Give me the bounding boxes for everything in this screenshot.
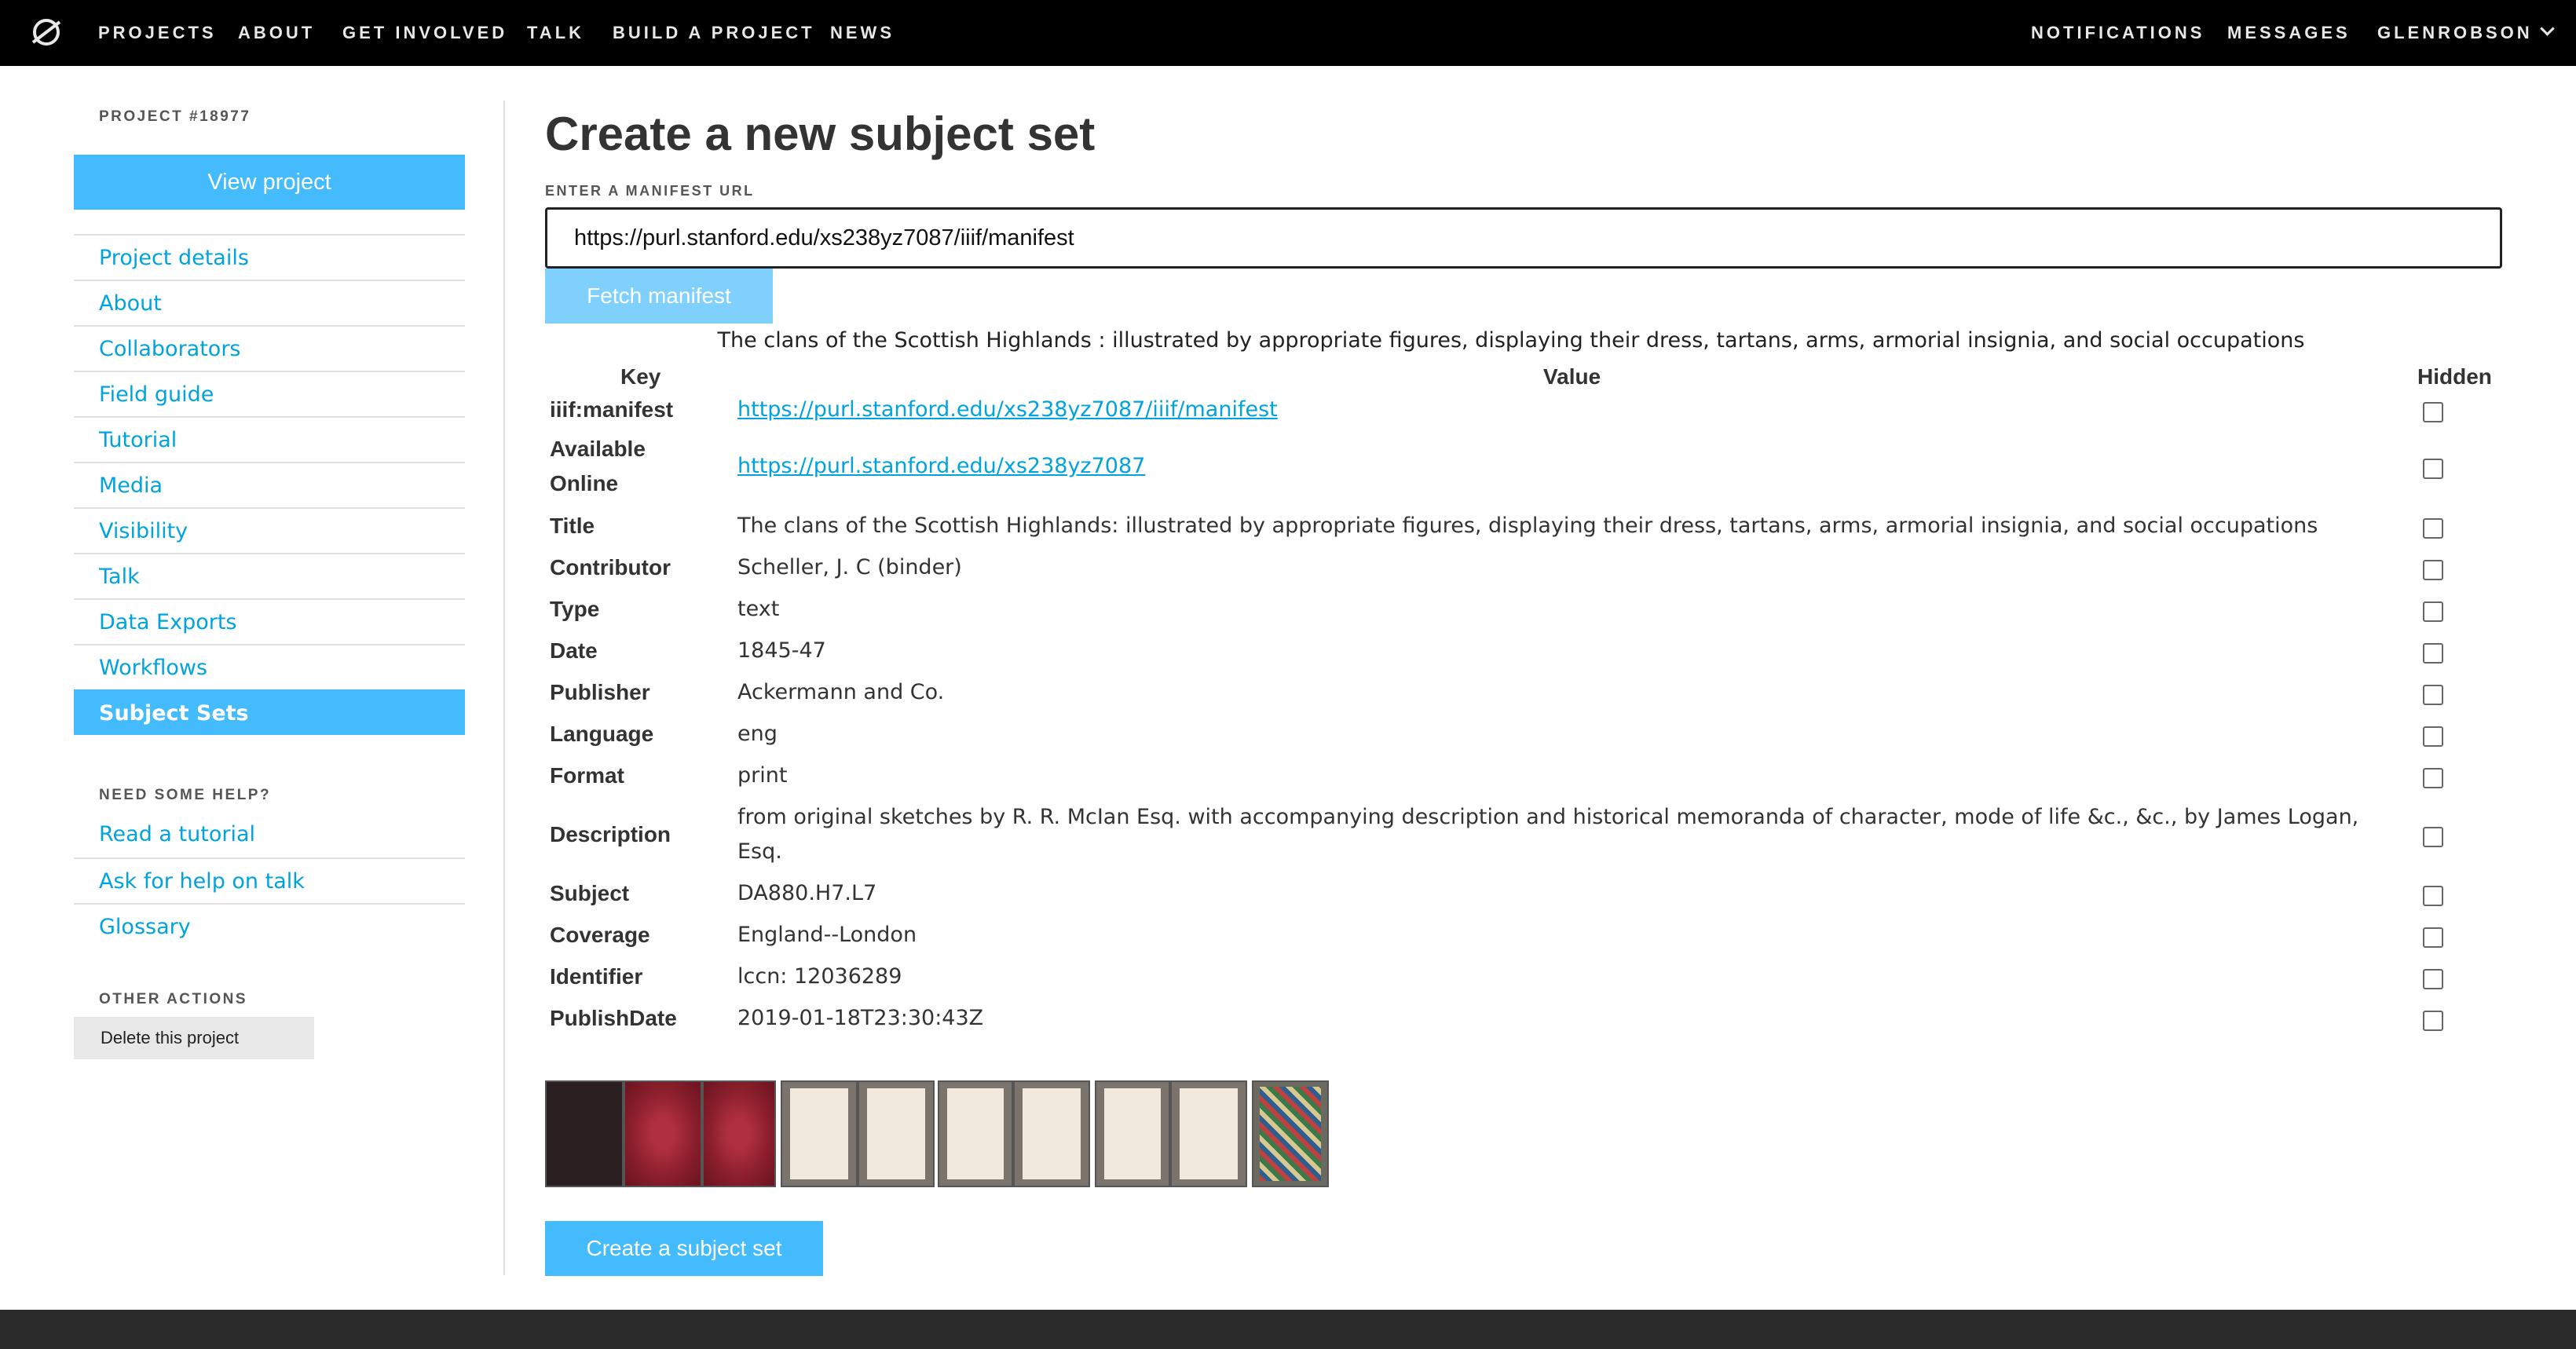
row-key: Subject — [550, 881, 630, 905]
row-value: print — [737, 763, 788, 788]
top-navigation: PROJECTS ABOUT GET INVOLVED TALK BUILD A… — [0, 0, 2576, 66]
zooniverse-logo-icon[interactable] — [28, 14, 64, 50]
row-key: Date — [550, 638, 598, 663]
key-column-header: Key — [620, 364, 661, 389]
hidden-checkbox[interactable] — [2423, 518, 2443, 539]
sidebar-item-tutorial[interactable]: Tutorial — [74, 416, 465, 462]
row-key: Coverage — [550, 923, 650, 947]
fetch-manifest-button[interactable]: Fetch manifest — [545, 269, 773, 324]
thumbnail-image[interactable] — [1095, 1080, 1170, 1187]
hidden-column-header: Hidden — [2417, 364, 2492, 389]
view-project-button[interactable]: View project — [74, 155, 465, 210]
nav-about[interactable]: ABOUT — [238, 0, 315, 66]
row-key: iiif:manifest — [550, 397, 674, 422]
hidden-checkbox[interactable] — [2423, 969, 2443, 989]
sidebar-item-media[interactable]: Media — [74, 462, 465, 507]
row-value: 1845-47 — [737, 638, 826, 663]
row-key: Format — [550, 763, 624, 788]
hidden-checkbox[interactable] — [2423, 886, 2443, 906]
row-key: Identifier — [550, 964, 643, 989]
row-key: Publisher — [550, 680, 650, 704]
hidden-checkbox[interactable] — [2423, 560, 2443, 580]
available-online-link[interactable]: https://purl.stanford.edu/xs238yz7087 — [737, 454, 1145, 478]
row-key: Title — [550, 514, 595, 538]
hidden-checkbox[interactable] — [2423, 643, 2443, 664]
sidebar-item-subject-sets[interactable]: Subject Sets — [74, 689, 465, 735]
help-links: Read a tutorial Ask for help on talk Glo… — [74, 812, 465, 949]
sidebar-item-talk[interactable]: Talk — [74, 553, 465, 598]
chevron-down-icon — [2539, 21, 2555, 36]
sidebar-item-about[interactable]: About — [74, 280, 465, 325]
hidden-checkbox[interactable] — [2423, 1011, 2443, 1031]
hidden-checkbox[interactable] — [2423, 768, 2443, 788]
hidden-checkbox[interactable] — [2423, 827, 2443, 847]
project-nav-list: Project details About Collaborators Fiel… — [74, 234, 465, 735]
nav-talk[interactable]: TALK — [527, 0, 584, 66]
hidden-checkbox[interactable] — [2423, 685, 2443, 705]
hidden-checkbox[interactable] — [2423, 402, 2443, 422]
project-number: PROJECT #18977 — [99, 108, 251, 125]
row-value: The clans of the Scottish Highlands: ill… — [737, 514, 2318, 538]
hidden-checkbox[interactable] — [2423, 726, 2443, 747]
glossary-link[interactable]: Glossary — [74, 903, 465, 949]
other-actions-heading: OTHER ACTIONS — [99, 991, 248, 1007]
manifest-title: The clans of the Scottish Highlands : il… — [717, 328, 2305, 353]
page-title: Create a new subject set — [545, 108, 1096, 160]
row-key: Contributor — [550, 555, 671, 579]
delete-project-button[interactable]: Delete this project — [74, 1017, 314, 1059]
sidebar-item-visibility[interactable]: Visibility — [74, 507, 465, 553]
sidebar-item-workflows[interactable]: Workflows — [74, 644, 465, 689]
row-value: text — [737, 597, 780, 621]
thumbnail-image[interactable] — [702, 1080, 776, 1187]
row-value: Scheller, J. C (binder) — [737, 555, 962, 579]
help-heading: NEED SOME HELP? — [99, 787, 272, 803]
thumbnail-image[interactable] — [781, 1080, 858, 1187]
thumbnail-image[interactable] — [1170, 1080, 1247, 1187]
sidebar-item-data-exports[interactable]: Data Exports — [74, 598, 465, 644]
user-name: GLENROBSON — [2377, 23, 2533, 42]
hidden-checkbox[interactable] — [2423, 927, 2443, 948]
nav-get-involved[interactable]: GET INVOLVED — [342, 0, 507, 66]
value-column-header: Value — [1543, 364, 1601, 389]
user-menu[interactable]: GLENROBSON — [2377, 0, 2555, 66]
thumbnail-image[interactable] — [545, 1080, 624, 1187]
row-key: Description — [550, 822, 671, 846]
row-value: England--London — [737, 923, 917, 947]
nav-notifications[interactable]: NOTIFICATIONS — [2031, 0, 2205, 66]
row-value: 2019-01-18T23:30:43Z — [737, 1006, 984, 1030]
hidden-checkbox[interactable] — [2423, 459, 2443, 479]
sidebar-divider — [503, 101, 505, 1275]
footer — [0, 1310, 2576, 1349]
manifest-link[interactable]: https://purl.stanford.edu/xs238yz7087/ii… — [737, 397, 1278, 422]
row-value: from original sketches by R. R. McIan Es… — [737, 805, 2359, 864]
row-key: Language — [550, 722, 654, 746]
manifest-url-label: ENTER A MANIFEST URL — [545, 183, 755, 199]
ask-for-help-link[interactable]: Ask for help on talk — [74, 857, 465, 903]
sidebar-item-field-guide[interactable]: Field guide — [74, 371, 465, 416]
row-key: PublishDate — [550, 1006, 677, 1030]
thumbnail-image[interactable] — [1252, 1080, 1329, 1187]
thumbnail-image[interactable] — [938, 1080, 1013, 1187]
row-key: Available Online — [550, 437, 646, 495]
hidden-checkbox[interactable] — [2423, 601, 2443, 622]
nav-build-a-project[interactable]: BUILD A PROJECT — [613, 0, 815, 66]
nav-messages[interactable]: MESSAGES — [2227, 0, 2351, 66]
thumbnail-image[interactable] — [1013, 1080, 1090, 1187]
thumbnail-image[interactable] — [858, 1080, 935, 1187]
manifest-url-input[interactable] — [545, 207, 2502, 269]
row-value: Ackermann and Co. — [737, 680, 945, 704]
create-subject-set-button[interactable]: Create a subject set — [545, 1221, 823, 1276]
row-key: Type — [550, 597, 600, 621]
row-value: lccn: 12036289 — [737, 964, 902, 989]
row-value: eng — [737, 722, 778, 746]
subject-thumbnails — [545, 1080, 1330, 1187]
sidebar-item-project-details[interactable]: Project details — [74, 234, 465, 280]
nav-news[interactable]: NEWS — [830, 0, 895, 66]
sidebar-item-collaborators[interactable]: Collaborators — [74, 325, 465, 371]
read-tutorial-link[interactable]: Read a tutorial — [74, 812, 465, 857]
thumbnail-image[interactable] — [624, 1080, 702, 1187]
row-value: DA880.H7.L7 — [737, 881, 877, 905]
nav-projects[interactable]: PROJECTS — [98, 0, 217, 66]
